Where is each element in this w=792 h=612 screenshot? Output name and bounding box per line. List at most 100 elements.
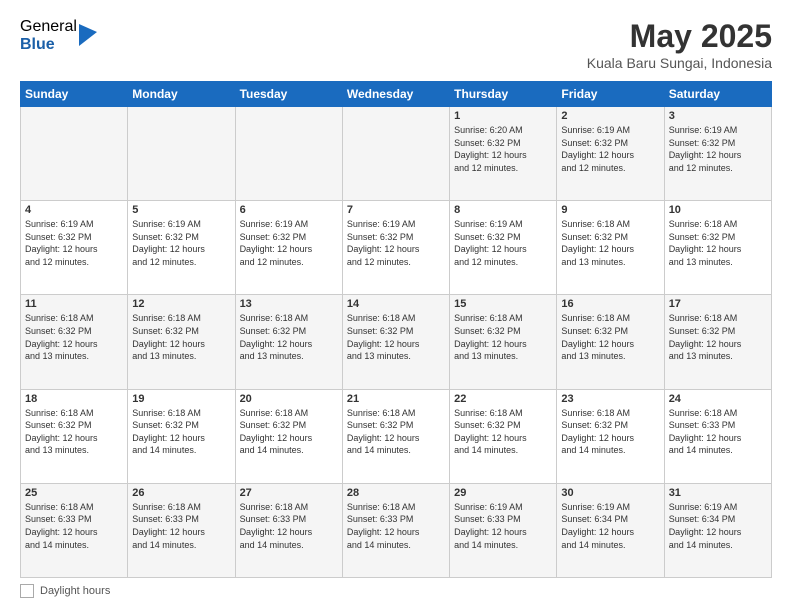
- calendar-cell: 14Sunrise: 6:18 AM Sunset: 6:32 PM Dayli…: [342, 295, 449, 389]
- calendar-cell: 26 Sunrise: 6:18 AM Sunset: 6:33 PM Dayli…: [128, 483, 235, 577]
- day-number: 27: [240, 487, 338, 499]
- day-number: 28: [347, 487, 445, 499]
- calendar-cell: 13 Sunrise: 6:18 AM Sunset: 6:32 PM Dayli…: [235, 295, 342, 389]
- calendar-week-row-3: 11Sunrise: 6:18 AM Sunset: 6:32 PM Dayli…: [21, 295, 772, 389]
- calendar-cell: 28 Sunrise: 6:18 AM Sunset: 6:33 PM Dayli…: [342, 483, 449, 577]
- calendar-cell: 11Sunrise: 6:18 AM Sunset: 6:32 PM Dayli…: [21, 295, 128, 389]
- day-number: 18: [25, 393, 123, 405]
- calendar-cell: 27 Sunrise: 6:18 AM Sunset: 6:33 PM Dayli…: [235, 483, 342, 577]
- day-number: 12: [132, 298, 230, 310]
- day-info: Sunrise: 6:19 AM Sunset: 6:32 PM Dayligh…: [669, 124, 767, 174]
- calendar-cell: [21, 107, 128, 201]
- day-number: 23: [561, 393, 659, 405]
- day-number: 7: [347, 204, 445, 216]
- calendar-cell: 2Sunrise: 6:19 AM Sunset: 6:32 PM Daylig…: [557, 107, 664, 201]
- title-section: May 2025 Kuala Baru Sungai, Indonesia: [587, 18, 772, 71]
- day-number: 6: [240, 204, 338, 216]
- calendar-cell: 4 Sunrise: 6:19 AM Sunset: 6:32 PM Daylig…: [21, 201, 128, 295]
- day-info: Sunrise: 6:18 AM Sunset: 6:32 PM Dayligh…: [561, 312, 659, 362]
- day-info: Sunrise: 6:18 AM Sunset: 6:32 PM Dayligh…: [25, 312, 123, 362]
- page: General Blue May 2025 Kuala Baru Sungai,…: [0, 0, 792, 612]
- day-number: 30: [561, 487, 659, 499]
- calendar-cell: 18 Sunrise: 6:18 AM Sunset: 6:32 PM Dayli…: [21, 389, 128, 483]
- day-info: Sunrise: 6:18 AM Sunset: 6:32 PM Dayligh…: [240, 312, 338, 362]
- day-number: 21: [347, 393, 445, 405]
- day-info: Sunrise: 6:19 AM Sunset: 6:32 PM Dayligh…: [240, 218, 338, 268]
- day-number: 2: [561, 110, 659, 122]
- calendar-cell: [235, 107, 342, 201]
- col-header-saturday: Saturday: [664, 82, 771, 107]
- day-number: 8: [454, 204, 552, 216]
- day-info: Sunrise: 6:18 AM Sunset: 6:32 PM Dayligh…: [132, 312, 230, 362]
- day-number: 20: [240, 393, 338, 405]
- day-info: Sunrise: 6:18 AM Sunset: 6:33 PM Dayligh…: [25, 501, 123, 551]
- location-subtitle: Kuala Baru Sungai, Indonesia: [587, 55, 772, 71]
- calendar-cell: 16 Sunrise: 6:18 AM Sunset: 6:32 PM Dayli…: [557, 295, 664, 389]
- day-info: Sunrise: 6:18 AM Sunset: 6:32 PM Dayligh…: [454, 312, 552, 362]
- day-number: 17: [669, 298, 767, 310]
- day-info: Sunrise: 6:18 AM Sunset: 6:32 PM Dayligh…: [561, 407, 659, 457]
- calendar-week-row-2: 4 Sunrise: 6:19 AM Sunset: 6:32 PM Daylig…: [21, 201, 772, 295]
- calendar-cell: 23 Sunrise: 6:18 AM Sunset: 6:32 PM Dayli…: [557, 389, 664, 483]
- calendar-cell: 17Sunrise: 6:18 AM Sunset: 6:32 PM Dayli…: [664, 295, 771, 389]
- day-number: 10: [669, 204, 767, 216]
- day-number: 22: [454, 393, 552, 405]
- day-info: Sunrise: 6:19 AM Sunset: 6:34 PM Dayligh…: [561, 501, 659, 551]
- logo: General Blue: [20, 18, 97, 53]
- col-header-tuesday: Tuesday: [235, 82, 342, 107]
- col-header-wednesday: Wednesday: [342, 82, 449, 107]
- calendar-cell: [128, 107, 235, 201]
- day-info: Sunrise: 6:18 AM Sunset: 6:32 PM Dayligh…: [240, 407, 338, 457]
- day-info: Sunrise: 6:19 AM Sunset: 6:32 PM Dayligh…: [25, 218, 123, 268]
- col-header-friday: Friday: [557, 82, 664, 107]
- day-number: 19: [132, 393, 230, 405]
- day-number: 24: [669, 393, 767, 405]
- day-info: Sunrise: 6:18 AM Sunset: 6:33 PM Dayligh…: [132, 501, 230, 551]
- day-info: Sunrise: 6:19 AM Sunset: 6:32 PM Dayligh…: [132, 218, 230, 268]
- day-number: 5: [132, 204, 230, 216]
- day-info: Sunrise: 6:18 AM Sunset: 6:32 PM Dayligh…: [561, 218, 659, 268]
- day-info: Sunrise: 6:18 AM Sunset: 6:32 PM Dayligh…: [347, 312, 445, 362]
- day-info: Sunrise: 6:18 AM Sunset: 6:33 PM Dayligh…: [240, 501, 338, 551]
- calendar-cell: 12 Sunrise: 6:18 AM Sunset: 6:32 PM Dayli…: [128, 295, 235, 389]
- daylight-legend-box: [20, 584, 34, 598]
- calendar-week-row-4: 18 Sunrise: 6:18 AM Sunset: 6:32 PM Dayli…: [21, 389, 772, 483]
- calendar-cell: 10 Sunrise: 6:18 AM Sunset: 6:32 PM Dayli…: [664, 201, 771, 295]
- day-number: 4: [25, 204, 123, 216]
- calendar-cell: 1 Sunrise: 6:20 AM Sunset: 6:32 PM Daylig…: [450, 107, 557, 201]
- logo-icon: [79, 24, 97, 46]
- day-info: Sunrise: 6:19 AM Sunset: 6:32 PM Dayligh…: [454, 218, 552, 268]
- calendar-cell: 29Sunrise: 6:19 AM Sunset: 6:33 PM Dayli…: [450, 483, 557, 577]
- day-info: Sunrise: 6:18 AM Sunset: 6:32 PM Dayligh…: [25, 407, 123, 457]
- calendar-header-row: Sunday Monday Tuesday Wednesday Thursday…: [21, 82, 772, 107]
- day-info: Sunrise: 6:18 AM Sunset: 6:32 PM Dayligh…: [454, 407, 552, 457]
- day-info: Sunrise: 6:18 AM Sunset: 6:33 PM Dayligh…: [347, 501, 445, 551]
- day-info: Sunrise: 6:19 AM Sunset: 6:32 PM Dayligh…: [347, 218, 445, 268]
- col-header-thursday: Thursday: [450, 82, 557, 107]
- logo-text: General Blue: [20, 18, 77, 53]
- logo-general: General: [20, 18, 77, 36]
- calendar-cell: 3Sunrise: 6:19 AM Sunset: 6:32 PM Daylig…: [664, 107, 771, 201]
- day-number: 1: [454, 110, 552, 122]
- header: General Blue May 2025 Kuala Baru Sungai,…: [20, 18, 772, 71]
- calendar-cell: 19 Sunrise: 6:18 AM Sunset: 6:32 PM Dayli…: [128, 389, 235, 483]
- day-info: Sunrise: 6:19 AM Sunset: 6:34 PM Dayligh…: [669, 501, 767, 551]
- month-year-title: May 2025: [587, 18, 772, 55]
- day-number: 26: [132, 487, 230, 499]
- day-number: 16: [561, 298, 659, 310]
- logo-blue: Blue: [20, 36, 77, 54]
- day-number: 13: [240, 298, 338, 310]
- calendar-cell: 7 Sunrise: 6:19 AM Sunset: 6:32 PM Daylig…: [342, 201, 449, 295]
- calendar-cell: 21 Sunrise: 6:18 AM Sunset: 6:32 PM Dayli…: [342, 389, 449, 483]
- calendar-cell: 24 Sunrise: 6:18 AM Sunset: 6:33 PM Dayli…: [664, 389, 771, 483]
- footer: Daylight hours: [20, 584, 772, 598]
- day-info: Sunrise: 6:18 AM Sunset: 6:32 PM Dayligh…: [669, 218, 767, 268]
- day-info: Sunrise: 6:18 AM Sunset: 6:32 PM Dayligh…: [347, 407, 445, 457]
- day-info: Sunrise: 6:18 AM Sunset: 6:32 PM Dayligh…: [132, 407, 230, 457]
- calendar-week-row-1: 1 Sunrise: 6:20 AM Sunset: 6:32 PM Daylig…: [21, 107, 772, 201]
- day-info: Sunrise: 6:20 AM Sunset: 6:32 PM Dayligh…: [454, 124, 552, 174]
- day-info: Sunrise: 6:18 AM Sunset: 6:33 PM Dayligh…: [669, 407, 767, 457]
- calendar-cell: [342, 107, 449, 201]
- col-header-sunday: Sunday: [21, 82, 128, 107]
- daylight-label: Daylight hours: [40, 585, 110, 597]
